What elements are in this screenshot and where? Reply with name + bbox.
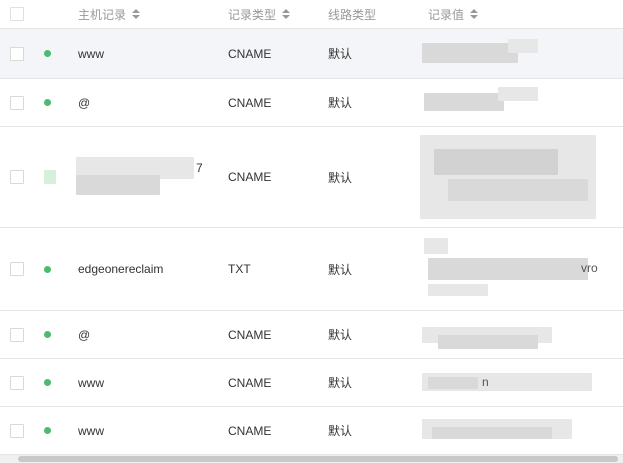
record-value — [424, 79, 618, 126]
line-type: 默认 — [328, 47, 353, 61]
sort-icon[interactable] — [132, 8, 141, 20]
status-enabled-icon — [44, 379, 51, 386]
host-record: edgeonereclaim — [78, 262, 164, 276]
record-type: CNAME — [228, 170, 272, 184]
column-line-label: 线路类型 — [328, 7, 377, 22]
status-indicator-icon — [44, 170, 56, 184]
redacted-value — [498, 87, 538, 101]
redacted-value — [428, 258, 588, 280]
host-record: 7 — [196, 161, 203, 175]
host-record: @ — [78, 327, 91, 342]
redacted-value — [508, 39, 538, 53]
line-type: 默认 — [328, 424, 353, 438]
line-type: 默认 — [328, 328, 353, 342]
table-row[interactable]: @ CNAME 默认 — [0, 79, 623, 127]
status-enabled-icon — [44, 331, 51, 338]
select-all-checkbox-cell[interactable] — [10, 0, 26, 28]
record-type: TXT — [228, 262, 251, 276]
host-record: www — [78, 375, 104, 390]
column-header-type[interactable]: 记录类型 — [228, 0, 318, 28]
record-value: vro — [424, 228, 618, 310]
redacted-value — [448, 179, 588, 201]
line-type: 默认 — [328, 376, 353, 390]
row-checkbox[interactable] — [10, 46, 24, 61]
host-record: www — [78, 423, 104, 438]
line-type: 默认 — [328, 170, 353, 185]
table-row[interactable]: www CNAME 默认 — [0, 29, 623, 79]
value-suffix: n — [482, 375, 489, 389]
record-value — [422, 407, 618, 454]
status-enabled-icon — [44, 427, 51, 434]
line-type: 默认 — [328, 96, 353, 110]
record-value — [422, 29, 618, 78]
row-checkbox[interactable] — [10, 375, 24, 390]
column-header-line: 线路类型 — [328, 0, 418, 28]
sort-icon[interactable] — [282, 8, 291, 20]
column-host-label: 主机记录 — [78, 7, 127, 22]
redacted-value — [438, 335, 538, 349]
record-value — [420, 127, 618, 227]
row-checkbox[interactable] — [10, 423, 24, 438]
column-type-label: 记录类型 — [228, 7, 277, 22]
row-checkbox[interactable] — [10, 95, 24, 110]
row-checkbox[interactable] — [10, 327, 24, 342]
redacted-value — [424, 238, 448, 254]
table-row[interactable]: www CNAME 默认 — [0, 407, 623, 455]
table-row[interactable]: 7 CNAME 默认 — [0, 127, 623, 228]
value-suffix: vro — [581, 261, 598, 275]
column-value-label: 记录值 — [428, 7, 465, 22]
host-record: www — [78, 46, 104, 61]
redacted-value — [424, 93, 504, 111]
column-header-value[interactable]: 记录值 — [428, 0, 618, 28]
status-enabled-icon — [44, 265, 51, 273]
redacted-value — [428, 377, 478, 389]
table-row[interactable]: www CNAME 默认 n — [0, 359, 623, 407]
status-enabled-icon — [44, 50, 51, 57]
horizontal-scrollbar[interactable] — [0, 455, 623, 463]
status-enabled-icon — [44, 99, 51, 106]
scrollbar-thumb[interactable] — [18, 456, 618, 462]
row-checkbox[interactable] — [10, 262, 24, 276]
table-row[interactable]: @ CNAME 默认 — [0, 311, 623, 359]
record-value: n — [422, 359, 618, 406]
record-value — [422, 311, 618, 358]
table-header: 主机记录 记录类型 线路类型 记录值 — [0, 0, 623, 29]
table-row[interactable]: edgeonereclaim TXT 默认 vro — [0, 228, 623, 311]
select-all-checkbox[interactable] — [10, 7, 24, 21]
redacted-value — [420, 135, 596, 219]
redacted-value — [422, 43, 518, 63]
redacted-value — [432, 427, 552, 439]
record-type: CNAME — [228, 375, 272, 390]
column-header-host[interactable]: 主机记录 — [78, 0, 218, 28]
redacted-value — [428, 284, 488, 296]
host-record-cell: 7 — [76, 127, 218, 227]
line-type: 默认 — [328, 262, 353, 277]
redacted-host — [76, 175, 160, 195]
sort-icon[interactable] — [470, 8, 479, 20]
record-type: CNAME — [228, 423, 272, 438]
row-checkbox[interactable] — [10, 170, 24, 184]
dns-records-table: 主机记录 记录类型 线路类型 记录值 www CNAME 默认 @ CNAME … — [0, 0, 623, 455]
record-type: CNAME — [228, 46, 272, 61]
redacted-value — [434, 149, 558, 175]
host-record: @ — [78, 95, 91, 110]
record-type: CNAME — [228, 95, 272, 110]
record-type: CNAME — [228, 327, 272, 342]
